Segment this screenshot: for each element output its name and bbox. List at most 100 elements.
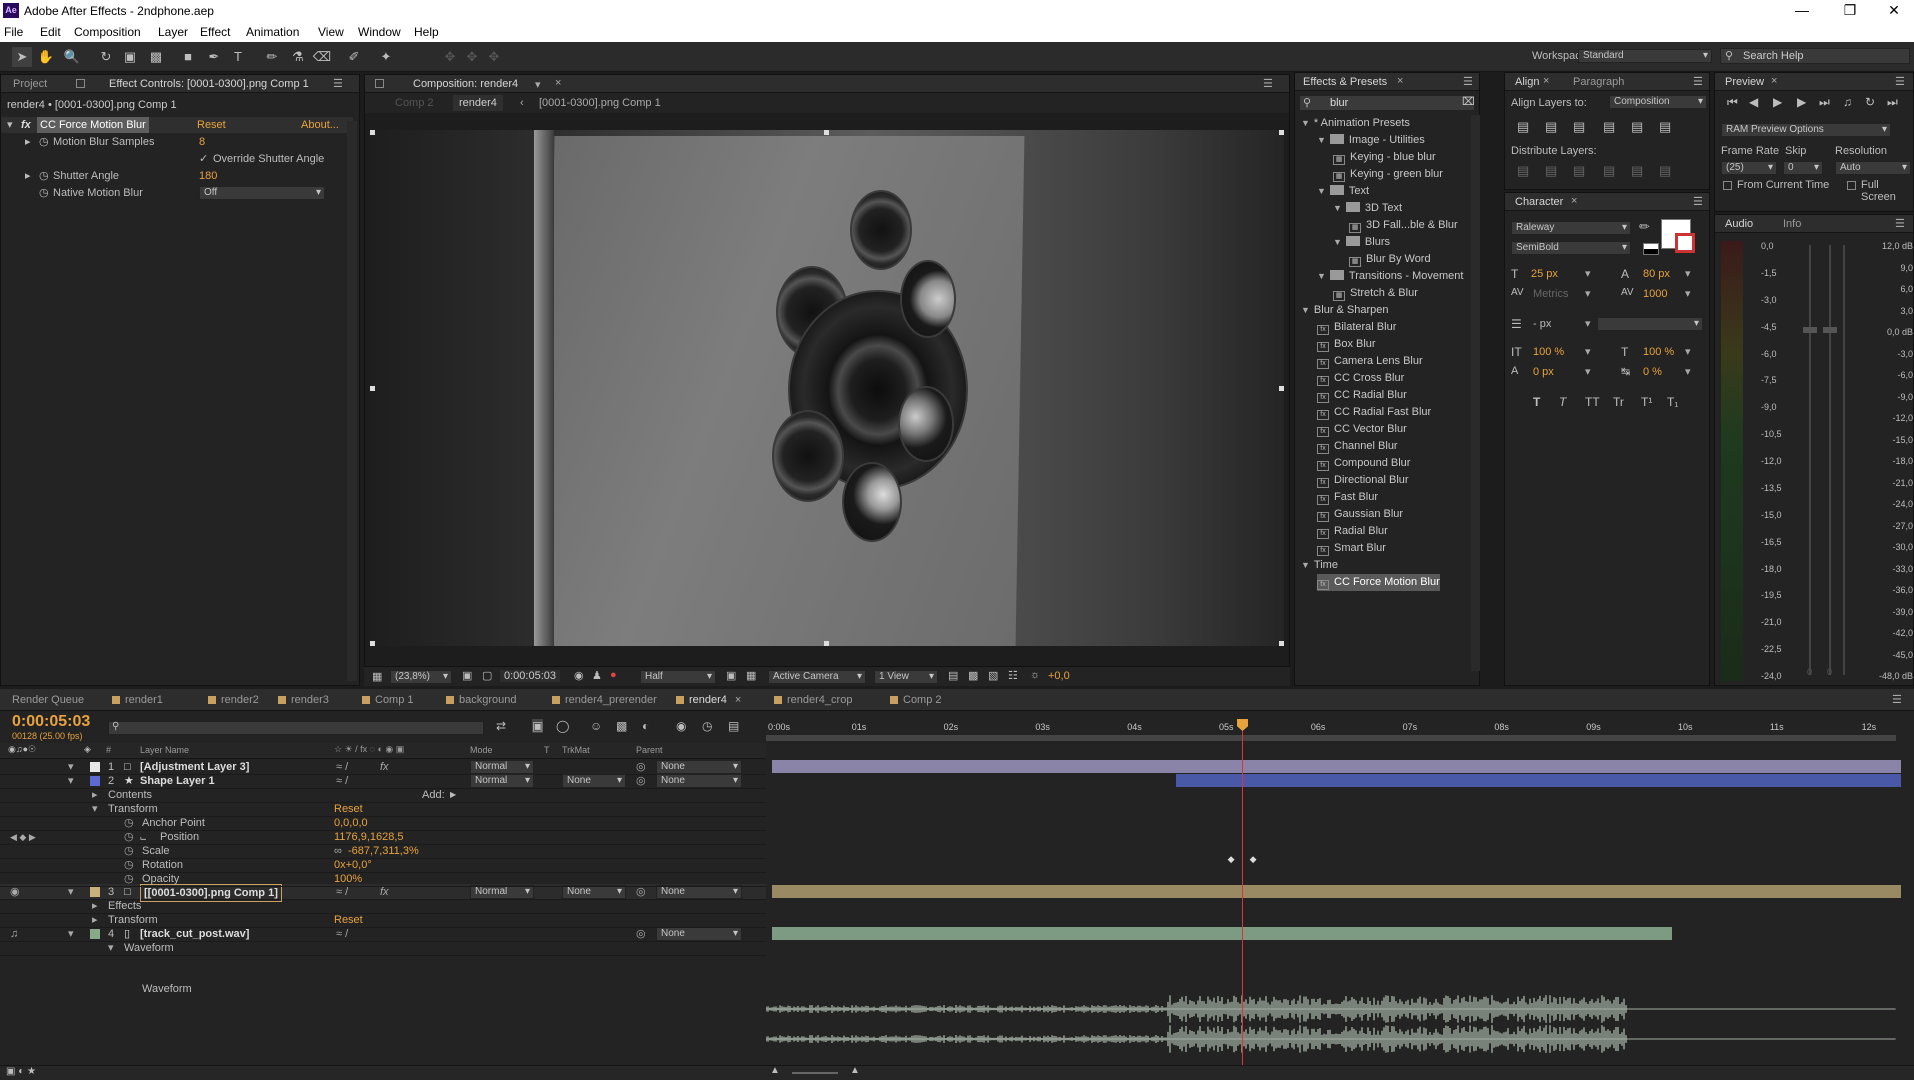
subscript-button[interactable]: T₁: [1667, 395, 1678, 409]
motion-blur-icon[interactable]: ◐: [642, 719, 649, 733]
distribute-bottom-icon[interactable]: ▤: [1573, 163, 1585, 179]
effects-tree-item[interactable]: fx Smart Blur: [1317, 540, 1386, 557]
first-frame-icon[interactable]: ⏮: [1727, 95, 1738, 110]
transform-handle[interactable]: [1279, 386, 1284, 391]
tab-background[interactable]: background: [446, 694, 517, 706]
audio-icon[interactable]: ♫: [1843, 95, 1852, 109]
stopwatch-icon[interactable]: ◷: [39, 185, 49, 201]
camera-select[interactable]: Active Camera: [768, 670, 866, 684]
leading-value[interactable]: 80 px: [1643, 268, 1670, 280]
close-icon[interactable]: ×: [1771, 75, 1777, 87]
show-snapshot-icon[interactable]: ♟: [592, 669, 602, 682]
font-size-value[interactable]: 25 px: [1531, 268, 1558, 280]
about-link[interactable]: About...: [301, 117, 339, 133]
next-frame-icon[interactable]: ▶: [1797, 95, 1806, 109]
panel-menu-icon[interactable]: ☰: [333, 77, 343, 90]
zoom-in-icon[interactable]: ▲: [850, 1065, 860, 1076]
always-preview-icon[interactable]: ▦: [372, 670, 382, 683]
axis-mode-icon[interactable]: ✥: [440, 47, 460, 67]
ram-preview-options-select[interactable]: RAM Preview Options: [1721, 123, 1891, 137]
clear-search-icon[interactable]: ⌧: [1462, 95, 1475, 108]
close-icon[interactable]: ×: [735, 694, 741, 706]
lock-icon[interactable]: [375, 79, 384, 88]
close-icon[interactable]: ×: [1543, 75, 1549, 87]
world-axis-icon[interactable]: ✥: [462, 47, 482, 67]
expand-icon[interactable]: ▸: [25, 168, 31, 184]
align-hcenter-icon[interactable]: ▤: [1545, 119, 1557, 135]
brush-tool-icon[interactable]: ✏: [262, 47, 282, 67]
reset-link[interactable]: Reset: [197, 117, 226, 133]
exposure-icon[interactable]: ☼: [1030, 669, 1040, 681]
align-bottom-icon[interactable]: ▤: [1659, 119, 1671, 135]
chevron-down-icon[interactable]: ▾: [535, 78, 541, 91]
stopwatch-icon[interactable]: ◷: [39, 168, 49, 184]
effects-tree-item[interactable]: ▼ 3D Text: [1333, 200, 1402, 217]
default-colors-icon[interactable]: [1643, 243, 1659, 255]
hand-tool-icon[interactable]: ✋: [36, 47, 56, 67]
pen-tool-icon[interactable]: ✒: [204, 47, 224, 67]
tab-render-queue[interactable]: Render Queue: [12, 694, 84, 706]
effects-tree-item[interactable]: fx Gaussian Blur: [1317, 506, 1403, 523]
chevron-down-icon[interactable]: ▾: [1585, 267, 1591, 280]
menu-composition[interactable]: Composition: [74, 25, 141, 39]
mode-select[interactable]: Normal: [470, 760, 534, 774]
tab-render1[interactable]: render1: [112, 694, 163, 706]
tab-render3[interactable]: render3: [278, 694, 329, 706]
chevron-down-icon[interactable]: ▼: [1333, 234, 1342, 251]
frame-rate-select[interactable]: (25): [1721, 161, 1777, 175]
tsume-value[interactable]: 0 %: [1643, 366, 1662, 378]
align-to-select[interactable]: Composition: [1609, 95, 1707, 109]
frame-blending-icon[interactable]: ▩: [616, 719, 627, 733]
effects-tree-item[interactable]: ▦ Blur By Word: [1349, 251, 1431, 268]
eraser-tool-icon[interactable]: ⌫: [312, 47, 332, 67]
transform-handle[interactable]: [1279, 641, 1284, 646]
reset-link[interactable]: Reset: [334, 912, 363, 928]
volume-slider-left[interactable]: [1803, 327, 1817, 333]
native-motion-blur-select[interactable]: Off: [199, 186, 325, 200]
safe-zones-icon[interactable]: ▣: [462, 669, 472, 682]
current-time-indicator[interactable]: [1242, 719, 1244, 1065]
panel-menu-icon[interactable]: ☰: [1892, 693, 1902, 706]
text-tool-icon[interactable]: T: [228, 47, 248, 67]
views-select[interactable]: 1 View: [874, 670, 938, 684]
layer-duration-bar[interactable]: [772, 885, 1902, 898]
brainstorm-icon[interactable]: ◉: [676, 719, 686, 733]
effects-tree-item[interactable]: ▼ Blur & Sharpen: [1301, 302, 1389, 319]
scrollbar[interactable]: [347, 121, 357, 681]
last-frame-icon[interactable]: ⏭: [1819, 95, 1830, 110]
menu-help[interactable]: Help: [414, 25, 439, 39]
effects-tree-item[interactable]: ▦ Keying - green blur: [1333, 166, 1443, 183]
trkmat-select[interactable]: None: [562, 774, 626, 788]
effects-tree-item[interactable]: fx Compound Blur: [1317, 455, 1410, 472]
viewer-timecode[interactable]: 0:00:05:03: [500, 670, 560, 682]
checkbox-icon[interactable]: ✓: [199, 151, 208, 167]
panel-menu-icon[interactable]: ☰: [1463, 75, 1473, 88]
panel-menu-icon[interactable]: ☰: [1263, 77, 1273, 90]
auto-keyframe-icon[interactable]: ◷: [702, 719, 712, 733]
roto-brush-tool-icon[interactable]: ✐: [344, 47, 364, 67]
label-color-swatch[interactable]: [90, 762, 100, 772]
tab-align[interactable]: Align: [1515, 76, 1539, 88]
effects-tree-item[interactable]: ▼ Image - Utilities: [1317, 132, 1425, 149]
scrollbar[interactable]: [1471, 115, 1480, 671]
parent-select[interactable]: None: [656, 774, 742, 788]
transform-handle[interactable]: [370, 641, 375, 646]
fast-previews-icon[interactable]: ▩: [968, 669, 978, 682]
layer-duration-bar[interactable]: [772, 927, 1672, 940]
volume-slider-right-track[interactable]: [1829, 245, 1831, 675]
rectangle-tool-icon[interactable]: ■: [178, 47, 198, 67]
chevron-down-icon[interactable]: ▼: [1317, 268, 1326, 285]
tab-comp-1[interactable]: Comp 1: [362, 694, 414, 706]
channel-icon[interactable]: ●: [610, 669, 617, 681]
faux-italic-button[interactable]: T: [1559, 395, 1566, 409]
distribute-right-icon[interactable]: ▤: [1659, 163, 1671, 179]
chevron-down-icon[interactable]: ▼: [1317, 183, 1326, 200]
work-area-bar[interactable]: [766, 735, 1896, 741]
layer-duration-bar[interactable]: [1175, 774, 1902, 787]
search-help-input[interactable]: Search Help: [1743, 50, 1804, 62]
parent-select[interactable]: None: [656, 927, 742, 941]
layer-duration-bar[interactable]: [772, 760, 1902, 773]
effects-tree-item[interactable]: ▼ * Animation Presets: [1301, 115, 1410, 132]
toggle-pixel-icon[interactable]: ▤: [948, 669, 958, 682]
close-icon[interactable]: ×: [555, 77, 561, 89]
